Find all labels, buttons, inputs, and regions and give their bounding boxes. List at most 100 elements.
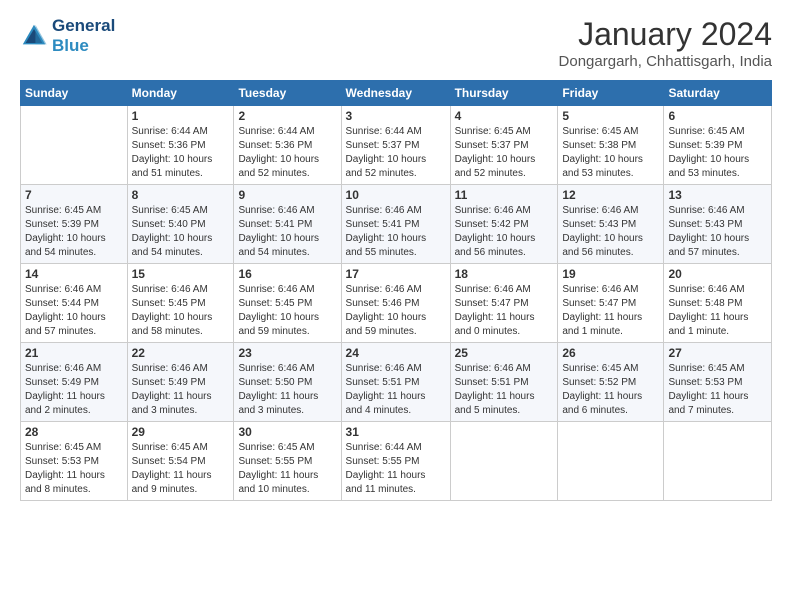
day-number: 13 bbox=[668, 188, 767, 202]
calendar-cell bbox=[21, 106, 128, 185]
day-info: Sunrise: 6:45 AM Sunset: 5:39 PM Dayligh… bbox=[668, 125, 767, 181]
day-info: Sunrise: 6:45 AM Sunset: 5:38 PM Dayligh… bbox=[562, 125, 659, 181]
calendar-cell: 7 Sunrise: 6:45 AM Sunset: 5:39 PM Daylig… bbox=[21, 185, 128, 264]
col-header-wednesday: Wednesday bbox=[341, 81, 450, 106]
logo-text-line2: Blue bbox=[52, 36, 115, 56]
calendar-cell: 4Sunrise: 6:45 AM Sunset: 5:37 PM Daylig… bbox=[450, 106, 558, 185]
day-info: Sunrise: 6:45 AM Sunset: 5:37 PM Dayligh… bbox=[455, 125, 554, 181]
calendar-cell: 11 Sunrise: 6:46 AM Sunset: 5:42 PM Dayli… bbox=[450, 185, 558, 264]
day-info: Sunrise: 6:46 AM Sunset: 5:51 PM Dayligh… bbox=[455, 362, 554, 418]
day-number: 19 bbox=[562, 267, 659, 281]
calendar-cell: 26Sunrise: 6:45 AM Sunset: 5:52 PM Dayli… bbox=[558, 343, 664, 422]
calendar-cell: 31 Sunrise: 6:44 AM Sunset: 5:55 PM Dayli… bbox=[341, 422, 450, 501]
calendar-cell: 14 Sunrise: 6:46 AM Sunset: 5:44 PM Dayli… bbox=[21, 264, 128, 343]
day-info: Sunrise: 6:46 AM Sunset: 5:41 PM Dayligh… bbox=[238, 204, 336, 260]
day-info: Sunrise: 6:46 AM Sunset: 5:43 PM Dayligh… bbox=[562, 204, 659, 260]
day-info: Sunrise: 6:46 AM Sunset: 5:49 PM Dayligh… bbox=[132, 362, 230, 418]
calendar-cell: 1 Sunrise: 6:44 AM Sunset: 5:36 PM Daylig… bbox=[127, 106, 234, 185]
day-number: 20 bbox=[668, 267, 767, 281]
calendar-cell: 10 Sunrise: 6:46 AM Sunset: 5:41 PM Dayli… bbox=[341, 185, 450, 264]
day-number: 27 bbox=[668, 346, 767, 360]
calendar-cell: 21 Sunrise: 6:46 AM Sunset: 5:49 PM Dayli… bbox=[21, 343, 128, 422]
col-header-thursday: Thursday bbox=[450, 81, 558, 106]
day-info: Sunrise: 6:44 AM Sunset: 5:37 PM Dayligh… bbox=[346, 125, 446, 181]
calendar-cell: 29Sunrise: 6:45 AM Sunset: 5:54 PM Dayli… bbox=[127, 422, 234, 501]
day-info: Sunrise: 6:46 AM Sunset: 5:49 PM Dayligh… bbox=[25, 362, 123, 418]
day-number: 22 bbox=[132, 346, 230, 360]
calendar-cell: 15 Sunrise: 6:46 AM Sunset: 5:45 PM Dayli… bbox=[127, 264, 234, 343]
location: Dongargarh, Chhattisgarh, India bbox=[559, 53, 772, 70]
day-number: 14 bbox=[25, 267, 123, 281]
day-number: 26 bbox=[562, 346, 659, 360]
day-number: 9 bbox=[238, 188, 336, 202]
calendar-cell bbox=[558, 422, 664, 501]
calendar-cell: 30Sunrise: 6:45 AM Sunset: 5:55 PM Dayli… bbox=[234, 422, 341, 501]
day-info: Sunrise: 6:46 AM Sunset: 5:50 PM Dayligh… bbox=[238, 362, 336, 418]
calendar-cell: 12 Sunrise: 6:46 AM Sunset: 5:43 PM Dayli… bbox=[558, 185, 664, 264]
day-number: 11 bbox=[455, 188, 554, 202]
calendar-cell: 19 Sunrise: 6:46 AM Sunset: 5:47 PM Dayli… bbox=[558, 264, 664, 343]
calendar-cell: 20 Sunrise: 6:46 AM Sunset: 5:48 PM Dayli… bbox=[664, 264, 772, 343]
day-info: Sunrise: 6:46 AM Sunset: 5:41 PM Dayligh… bbox=[346, 204, 446, 260]
day-number: 24 bbox=[346, 346, 446, 360]
day-number: 2 bbox=[238, 109, 336, 123]
day-number: 3 bbox=[346, 109, 446, 123]
title-block: January 2024 Dongargarh, Chhattisgarh, I… bbox=[559, 16, 772, 70]
day-info: Sunrise: 6:46 AM Sunset: 5:45 PM Dayligh… bbox=[132, 283, 230, 339]
calendar-cell: 6 Sunrise: 6:45 AM Sunset: 5:39 PM Daylig… bbox=[664, 106, 772, 185]
calendar-cell: 8Sunrise: 6:45 AM Sunset: 5:40 PM Daylig… bbox=[127, 185, 234, 264]
calendar-cell: 18 Sunrise: 6:46 AM Sunset: 5:47 PM Dayli… bbox=[450, 264, 558, 343]
calendar-cell: 9 Sunrise: 6:46 AM Sunset: 5:41 PM Daylig… bbox=[234, 185, 341, 264]
day-number: 8 bbox=[132, 188, 230, 202]
day-info: Sunrise: 6:44 AM Sunset: 5:36 PM Dayligh… bbox=[132, 125, 230, 181]
day-number: 16 bbox=[238, 267, 336, 281]
day-info: Sunrise: 6:44 AM Sunset: 5:55 PM Dayligh… bbox=[346, 441, 446, 497]
day-info: Sunrise: 6:46 AM Sunset: 5:47 PM Dayligh… bbox=[455, 283, 554, 339]
day-number: 28 bbox=[25, 425, 123, 439]
day-info: Sunrise: 6:46 AM Sunset: 5:47 PM Dayligh… bbox=[562, 283, 659, 339]
day-number: 15 bbox=[132, 267, 230, 281]
header: General Blue January 2024 Dongargarh, Ch… bbox=[20, 16, 772, 70]
calendar-cell: 22 Sunrise: 6:46 AM Sunset: 5:49 PM Dayli… bbox=[127, 343, 234, 422]
calendar-cell: 25 Sunrise: 6:46 AM Sunset: 5:51 PM Dayli… bbox=[450, 343, 558, 422]
calendar-cell bbox=[664, 422, 772, 501]
col-header-tuesday: Tuesday bbox=[234, 81, 341, 106]
calendar-header-row: SundayMondayTuesdayWednesdayThursdayFrid… bbox=[21, 81, 772, 106]
day-number: 21 bbox=[25, 346, 123, 360]
day-number: 25 bbox=[455, 346, 554, 360]
day-info: Sunrise: 6:45 AM Sunset: 5:53 PM Dayligh… bbox=[25, 441, 123, 497]
calendar-cell: 24Sunrise: 6:46 AM Sunset: 5:51 PM Dayli… bbox=[341, 343, 450, 422]
logo: General Blue bbox=[20, 16, 115, 55]
day-number: 10 bbox=[346, 188, 446, 202]
day-info: Sunrise: 6:46 AM Sunset: 5:42 PM Dayligh… bbox=[455, 204, 554, 260]
calendar-cell: 28 Sunrise: 6:45 AM Sunset: 5:53 PM Dayli… bbox=[21, 422, 128, 501]
day-number: 12 bbox=[562, 188, 659, 202]
col-header-monday: Monday bbox=[127, 81, 234, 106]
day-info: Sunrise: 6:44 AM Sunset: 5:36 PM Dayligh… bbox=[238, 125, 336, 181]
day-info: Sunrise: 6:46 AM Sunset: 5:43 PM Dayligh… bbox=[668, 204, 767, 260]
calendar-table: SundayMondayTuesdayWednesdayThursdayFrid… bbox=[20, 80, 772, 501]
col-header-sunday: Sunday bbox=[21, 81, 128, 106]
day-info: Sunrise: 6:46 AM Sunset: 5:46 PM Dayligh… bbox=[346, 283, 446, 339]
day-info: Sunrise: 6:46 AM Sunset: 5:44 PM Dayligh… bbox=[25, 283, 123, 339]
col-header-friday: Friday bbox=[558, 81, 664, 106]
day-number: 31 bbox=[346, 425, 446, 439]
day-info: Sunrise: 6:46 AM Sunset: 5:45 PM Dayligh… bbox=[238, 283, 336, 339]
day-number: 7 bbox=[25, 188, 123, 202]
month-title: January 2024 bbox=[559, 16, 772, 53]
logo-icon bbox=[20, 22, 48, 50]
col-header-saturday: Saturday bbox=[664, 81, 772, 106]
day-info: Sunrise: 6:45 AM Sunset: 5:54 PM Dayligh… bbox=[132, 441, 230, 497]
day-number: 17 bbox=[346, 267, 446, 281]
day-info: Sunrise: 6:46 AM Sunset: 5:48 PM Dayligh… bbox=[668, 283, 767, 339]
calendar-cell bbox=[450, 422, 558, 501]
logo-text-line1: General bbox=[52, 16, 115, 36]
calendar-cell: 17 Sunrise: 6:46 AM Sunset: 5:46 PM Dayli… bbox=[341, 264, 450, 343]
calendar-cell: 3 Sunrise: 6:44 AM Sunset: 5:37 PM Daylig… bbox=[341, 106, 450, 185]
day-number: 18 bbox=[455, 267, 554, 281]
day-info: Sunrise: 6:45 AM Sunset: 5:39 PM Dayligh… bbox=[25, 204, 123, 260]
day-info: Sunrise: 6:45 AM Sunset: 5:53 PM Dayligh… bbox=[668, 362, 767, 418]
day-number: 1 bbox=[132, 109, 230, 123]
day-number: 23 bbox=[238, 346, 336, 360]
day-number: 6 bbox=[668, 109, 767, 123]
